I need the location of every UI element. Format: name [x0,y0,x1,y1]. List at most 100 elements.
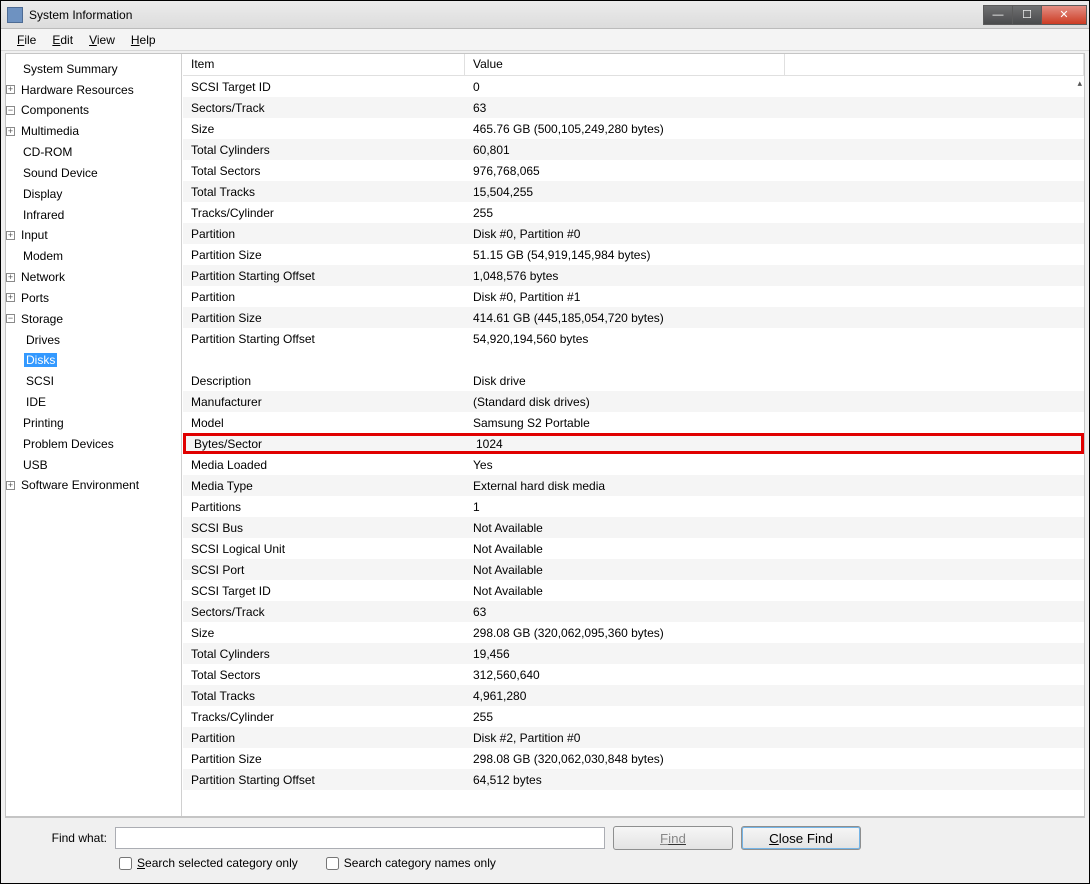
list-row[interactable]: Partitions1 [183,496,1084,517]
list-row[interactable]: SCSI PortNot Available [183,559,1084,580]
menu-view[interactable]: View [81,30,123,50]
menu-file[interactable]: File [9,30,44,50]
tree-label[interactable]: USB [21,458,50,472]
list-row[interactable]: Total Tracks4,961,280 [183,685,1084,706]
tree-panel[interactable]: System Summary+Hardware Resources−Compon… [6,54,182,816]
tree-item-sound-device[interactable]: Sound Device [6,162,181,183]
list-row[interactable]: ModelSamsung S2 Portable [183,412,1084,433]
tree-item-input[interactable]: +Input [6,225,181,246]
maximize-button[interactable]: ☐ [1012,5,1042,25]
close-find-button[interactable]: Close Find [741,826,861,850]
scroll-up-icon[interactable]: ▴ [1077,78,1082,89]
tree-item-scsi[interactable]: SCSI [6,370,181,391]
list-row[interactable]: Tracks/Cylinder255 [183,706,1084,727]
list-row[interactable]: Total Cylinders60,801 [183,139,1084,160]
tree-item-hardware-resources[interactable]: + Hardware Resources [6,79,181,100]
tree-label[interactable]: Modem [21,249,65,263]
expand-icon[interactable]: + [6,127,15,136]
tree-label[interactable]: Ports [19,291,51,305]
list-row[interactable]: Sectors/Track63 [183,97,1084,118]
list-row[interactable]: Partition Starting Offset64,512 bytes [183,769,1084,790]
column-value[interactable]: Value [465,54,785,75]
list-row[interactable]: Partition Starting Offset54,920,194,560 … [183,328,1084,349]
close-button[interactable]: ✕ [1041,5,1087,25]
collapse-icon[interactable]: − [6,106,15,115]
list-row[interactable]: Partition Starting Offset1,048,576 bytes [183,265,1084,286]
menu-help[interactable]: Help [123,30,164,50]
tree-label[interactable]: Hardware Resources [19,83,136,97]
tree-item-storage[interactable]: −Storage [6,308,181,329]
expand-icon[interactable]: + [6,231,15,240]
expand-icon[interactable]: + [6,293,15,302]
search-selected-checkbox[interactable]: Search selected category only [119,856,298,870]
tree-label[interactable]: Software Environment [19,478,141,492]
list-row[interactable]: SCSI Target IDNot Available [183,580,1084,601]
expand-icon[interactable]: + [6,85,15,94]
tree-label[interactable]: CD-ROM [21,145,74,159]
tree-label[interactable]: System Summary [21,62,120,76]
list-row[interactable]: PartitionDisk #0, Partition #0 [183,223,1084,244]
tree-label[interactable]: Network [19,270,67,284]
expand-icon[interactable]: + [6,273,15,282]
tree-label[interactable]: Disks [24,353,57,367]
tree-label[interactable]: Storage [19,312,65,326]
tree-item-software-environment[interactable]: + Software Environment [6,475,181,496]
expand-icon[interactable]: + [6,481,15,490]
list-row[interactable]: Total Sectors312,560,640 [183,664,1084,685]
tree-label[interactable]: SCSI [24,374,56,388]
tree-item-disks[interactable]: Disks [6,350,181,371]
tree-label[interactable]: Drives [24,333,62,347]
search-selected-checkbox-input[interactable] [119,857,132,870]
search-category-names-checkbox[interactable]: Search category names only [326,856,496,870]
list-row[interactable]: PartitionDisk #0, Partition #1 [183,286,1084,307]
tree-item-usb[interactable]: USB [6,454,181,475]
list-row[interactable]: DescriptionDisk drive [183,370,1084,391]
list-row[interactable]: Size465.76 GB (500,105,249,280 bytes) [183,118,1084,139]
menu-edit[interactable]: Edit [44,30,81,50]
list-row[interactable]: Media LoadedYes [183,454,1084,475]
list-row[interactable]: SCSI Target ID0 [183,76,1084,97]
list-row[interactable]: Partition Size51.15 GB (54,919,145,984 b… [183,244,1084,265]
tree-label[interactable]: Display [21,187,64,201]
column-item[interactable]: Item [183,54,465,75]
tree-item-components[interactable]: −Components [6,100,181,121]
list-row[interactable]: Bytes/Sector1024 [183,433,1084,454]
tree-item-problem-devices[interactable]: Problem Devices [6,433,181,454]
tree-label[interactable]: IDE [24,395,48,409]
tree-label[interactable]: Infrared [21,208,66,222]
tree-item-system-summary[interactable]: System Summary [6,58,181,79]
find-input[interactable] [115,827,605,849]
list-row[interactable]: Media TypeExternal hard disk media [183,475,1084,496]
tree-item-cd-rom[interactable]: CD-ROM [6,141,181,162]
list-row[interactable]: Total Cylinders19,456 [183,643,1084,664]
search-category-names-checkbox-input[interactable] [326,857,339,870]
tree-item-drives[interactable]: Drives [6,329,181,350]
tree-item-ports[interactable]: + Ports [6,287,181,308]
tree-item-multimedia[interactable]: + Multimedia [6,120,181,141]
list-row[interactable]: SCSI BusNot Available [183,517,1084,538]
tree-item-display[interactable]: Display [6,183,181,204]
list-row[interactable]: Tracks/Cylinder255 [183,202,1084,223]
list-row[interactable]: SCSI Logical UnitNot Available [183,538,1084,559]
list-body[interactable]: ▴ SCSI Target ID0Sectors/Track63Size465.… [183,76,1084,816]
tree-label[interactable]: Printing [21,416,66,430]
tree-item-network[interactable]: + Network [6,266,181,287]
list-row[interactable]: PartitionDisk #2, Partition #0 [183,727,1084,748]
list-row[interactable]: Sectors/Track63 [183,601,1084,622]
tree-item-ide[interactable]: IDE [6,391,181,412]
tree-item-infrared[interactable]: Infrared [6,204,181,225]
tree-label[interactable]: Multimedia [19,124,81,138]
list-row[interactable]: Partition Size414.61 GB (445,185,054,720… [183,307,1084,328]
tree-item-modem[interactable]: Modem [6,245,181,266]
list-row[interactable]: Total Sectors976,768,065 [183,160,1084,181]
list-row[interactable]: Manufacturer(Standard disk drives) [183,391,1084,412]
list-row[interactable]: Size298.08 GB (320,062,095,360 bytes) [183,622,1084,643]
collapse-icon[interactable]: − [6,314,15,323]
list-row[interactable]: Partition Size298.08 GB (320,062,030,848… [183,748,1084,769]
tree-label[interactable]: Components [19,103,91,117]
tree-label[interactable]: Problem Devices [21,437,116,451]
list-row[interactable]: Total Tracks15,504,255 [183,181,1084,202]
tree-item-printing[interactable]: Printing [6,412,181,433]
find-button[interactable]: Find [613,826,733,850]
tree-label[interactable]: Sound Device [21,166,100,180]
